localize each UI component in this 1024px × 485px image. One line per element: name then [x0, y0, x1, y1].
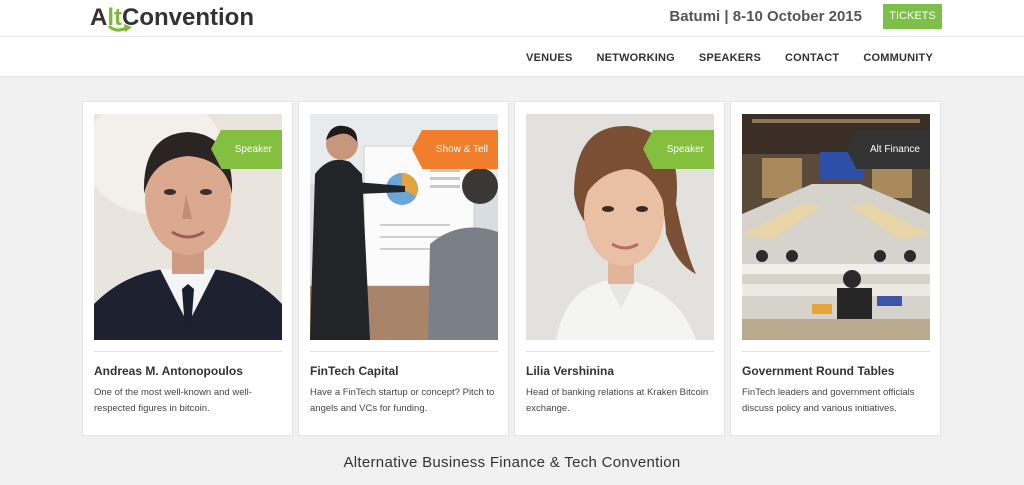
top-bar: A lt Convention Batumi | 8-10 October 20… [0, 0, 1024, 36]
card-tag: Alt Finance [845, 130, 930, 169]
event-location-date: Batumi | 8-10 October 2015 [669, 8, 862, 25]
card-title[interactable]: Lilia Vershinina [526, 364, 614, 378]
card-government-round-tables[interactable]: Alt Finance Government Round Tables FinT… [730, 101, 941, 436]
card-tag: Speaker [642, 130, 714, 169]
nav-item-speakers[interactable]: SPEAKERS [699, 52, 761, 64]
card-speaker-antonopoulos[interactable]: Speaker Andreas M. Antonopoulos One of t… [82, 101, 293, 436]
main-navigation: VENUES NETWORKING SPEAKERS CONTACT COMMU… [0, 36, 1024, 77]
feature-cards: Speaker Andreas M. Antonopoulos One of t… [82, 101, 941, 436]
section-title: Alternative Business Finance & Tech Conv… [343, 454, 681, 471]
nav-menu: VENUES NETWORKING SPEAKERS CONTACT COMMU… [526, 52, 933, 64]
card-divider [94, 351, 282, 352]
site-logo[interactable]: A lt Convention [90, 3, 254, 33]
card-divider [526, 351, 714, 352]
nav-item-community[interactable]: COMMUNITY [863, 52, 933, 64]
card-divider [310, 351, 498, 352]
card-description: FinTech leaders and government officials… [742, 387, 915, 414]
speaker-photo: Speaker [526, 114, 714, 340]
logo-letter-a: A [90, 4, 108, 31]
card-title[interactable]: FinTech Capital [310, 364, 398, 378]
nav-item-networking[interactable]: NETWORKING [596, 52, 674, 64]
logo-swoosh-icon [108, 24, 132, 32]
speaker-photo: Speaker [94, 114, 282, 340]
card-speaker-vershinina[interactable]: Speaker Lilia Vershinina Head of banking… [514, 101, 725, 436]
card-title[interactable]: Andreas M. Antonopoulos [94, 364, 243, 378]
card-title[interactable]: Government Round Tables [742, 364, 894, 378]
tickets-button[interactable]: TICKETS [883, 4, 942, 29]
card-description: Head of banking relations at Kraken Bitc… [526, 387, 709, 414]
logo-text-convention: Convention [122, 4, 255, 31]
nav-item-venues[interactable]: VENUES [526, 52, 572, 64]
card-description: Have a FinTech startup or concept? Pitch… [310, 387, 495, 414]
presentation-photo: Show & Tell [310, 114, 498, 340]
card-divider [742, 351, 930, 352]
card-tag: Speaker [210, 130, 282, 169]
card-description: One of the most well-known and well-resp… [94, 387, 252, 414]
conference-hall-photo: Alt Finance [742, 114, 930, 340]
card-tag: Show & Tell [411, 130, 498, 169]
card-fintech-capital[interactable]: Show & Tell FinTech Capital Have a FinTe… [298, 101, 509, 436]
nav-item-contact[interactable]: CONTACT [785, 52, 839, 64]
